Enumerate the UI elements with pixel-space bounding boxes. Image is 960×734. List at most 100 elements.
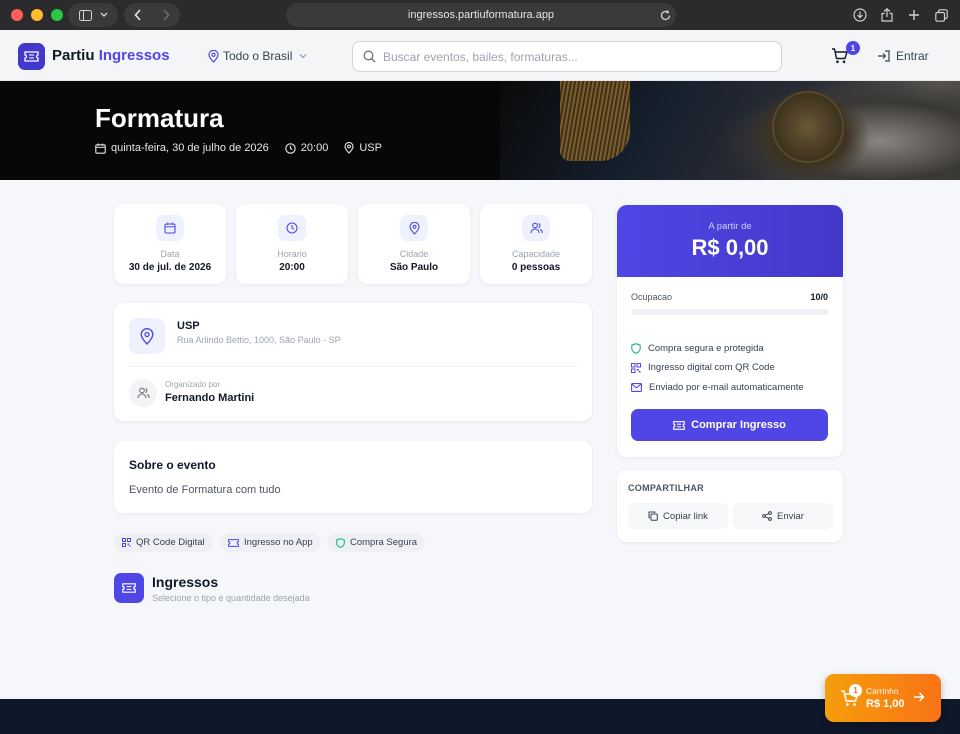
event-venue: USP (344, 142, 382, 154)
clock-icon (286, 222, 298, 234)
users-icon (136, 387, 150, 399)
shield-icon (631, 343, 641, 354)
event-venue-text: USP (359, 142, 382, 154)
feature-label: Compra segura e protegida (648, 343, 764, 354)
stat-value: São Paulo (389, 262, 439, 273)
mail-icon (631, 383, 642, 392)
history-nav (124, 3, 180, 27)
share-card: COMPARTILHAR Copiar link Enviar (617, 470, 843, 542)
event-date: quinta-feira, 30 de julho de 2026 (95, 142, 269, 154)
stat-icon-box (156, 215, 184, 241)
sidebar-toggle-button[interactable] (68, 3, 118, 27)
chip-secure: Compra Segura (328, 533, 426, 552)
chip-label: Compra Segura (350, 537, 418, 548)
send-button[interactable]: Enviar (733, 503, 833, 529)
feature-label: Ingresso digital com QR Code (648, 362, 775, 373)
new-tab-icon[interactable] (905, 6, 923, 24)
chip-qr-code: QR Code Digital (114, 533, 213, 552)
map-pin-icon (208, 49, 219, 63)
stat-icon-box (278, 215, 306, 241)
browser-toolbar: ingressos.partiuformatura.app (0, 0, 960, 30)
clock-icon (285, 142, 296, 154)
price-header: A partir de R$ 0,00 (617, 205, 843, 277)
organizer-avatar (129, 379, 157, 407)
zoom-window-button[interactable] (51, 9, 63, 21)
organizer-name: Fernando Martini (165, 392, 255, 404)
search-icon (363, 50, 376, 63)
cart-count-badge: 1 (846, 41, 860, 55)
occupancy-value: 10/0 (810, 292, 828, 302)
brand-primary: Partiu (52, 47, 95, 64)
event-time: 20:00 (285, 142, 329, 154)
floating-cart-total: R$ 1,00 (866, 698, 905, 710)
site-footer (0, 699, 960, 734)
about-title: Sobre o evento (129, 458, 216, 472)
floating-cart-count: 1 (849, 684, 862, 697)
ticket-icon (24, 51, 39, 62)
back-icon[interactable] (134, 9, 142, 21)
about-card: Sobre o evento Evento de Formatura com t… (114, 441, 592, 513)
share-title: COMPARTILHAR (628, 483, 704, 493)
send-label: Enviar (777, 510, 804, 522)
buy-ticket-label: Comprar Ingresso (691, 419, 786, 431)
copy-link-button[interactable]: Copiar link (628, 503, 728, 529)
arrow-right-icon (914, 692, 925, 702)
downloads-icon[interactable] (851, 6, 869, 24)
ticket-icon (122, 583, 136, 593)
stat-card-capacity: Capacidade 0 pessoas (480, 204, 592, 284)
feature-qr: Ingresso digital com QR Code (631, 362, 775, 373)
feature-label: Enviado por e-mail automaticamente (649, 382, 804, 393)
stat-card-time: Horario 20:00 (236, 204, 348, 284)
brand-name[interactable]: Partiu Ingressos (52, 47, 170, 64)
tickets-icon-box (114, 573, 144, 603)
venue-address: Rua Arlindo Bettio, 1000, São Paulo - SP (177, 335, 341, 345)
share-page-icon[interactable] (878, 6, 896, 24)
url-text: ingressos.partiuformatura.app (407, 9, 555, 21)
event-time-text: 20:00 (300, 142, 329, 154)
feature-secure: Compra segura e protegida (631, 343, 764, 354)
sidebar-icon (78, 9, 92, 21)
price-value: R$ 0,00 (691, 235, 769, 260)
chip-label: Ingresso no App (244, 537, 313, 548)
tickets-subtitle: Selecione o tipo e quantidade desejada (152, 593, 310, 603)
site-header: Partiu Ingressos Todo o Brasil 1 Entrar (0, 30, 960, 81)
close-window-button[interactable] (11, 9, 23, 21)
window-controls (11, 9, 63, 21)
logo[interactable] (18, 43, 45, 70)
stat-value: 20:00 (279, 262, 305, 273)
chevron-down-icon (100, 12, 107, 17)
tab-overview-icon[interactable] (932, 6, 950, 24)
occupancy-label: Ocupacao (631, 292, 673, 302)
login-icon (878, 50, 890, 62)
hero-image-seal (772, 91, 844, 163)
ticket-icon (228, 538, 239, 547)
stat-icon-box (522, 215, 550, 241)
stat-label: Data (160, 249, 180, 259)
floating-cart-button[interactable]: 1 Carrinho R$ 1,00 (825, 674, 941, 722)
calendar-icon (95, 143, 106, 154)
stat-label: Horario (277, 249, 307, 259)
stat-label: Cidade (399, 249, 429, 259)
price-card: A partir de R$ 0,00 Ocupacao 10/0 Compra… (617, 205, 843, 457)
brand-accent: Ingressos (98, 47, 170, 64)
search-input[interactable] (383, 49, 763, 64)
minimize-window-button[interactable] (31, 9, 43, 21)
stat-card-date: Data 30 de jul. de 2026 (114, 204, 226, 284)
stat-value: 0 pessoas (511, 262, 561, 273)
location-selector[interactable]: Todo o Brasil (208, 49, 307, 63)
forward-icon[interactable] (162, 9, 170, 21)
reload-icon[interactable] (656, 6, 674, 24)
login-button[interactable]: Entrar (877, 49, 929, 63)
map-pin-icon (140, 327, 154, 345)
event-meta: quinta-feira, 30 de julho de 2026 20:00 … (95, 142, 382, 154)
shield-icon (336, 537, 345, 548)
address-bar[interactable]: ingressos.partiuformatura.app (286, 3, 676, 27)
users-icon (529, 222, 543, 234)
stat-label: Capacidade (511, 249, 561, 259)
occupancy-bar (631, 309, 828, 315)
copy-link-label: Copiar link (663, 510, 708, 522)
venue-name: USP (177, 320, 200, 332)
copy-icon (648, 511, 658, 521)
buy-ticket-button[interactable]: Comprar Ingresso (631, 409, 828, 441)
chip-in-app: Ingresso no App (220, 533, 321, 552)
